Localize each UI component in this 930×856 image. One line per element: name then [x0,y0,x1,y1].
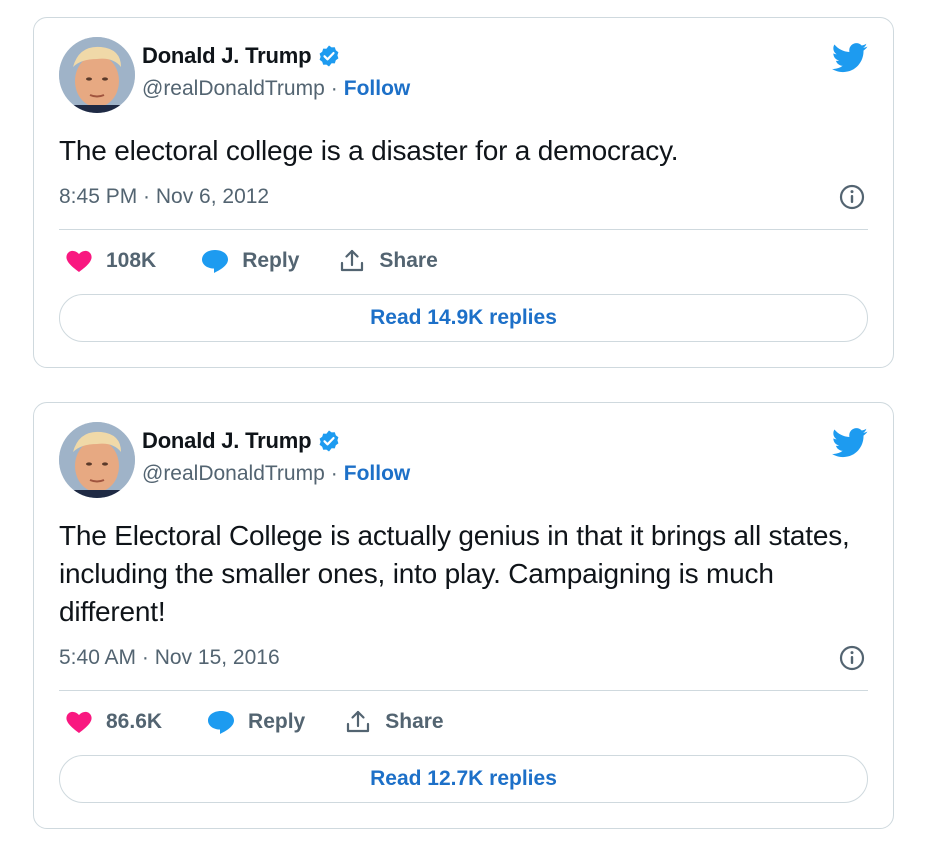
share-icon [337,248,367,274]
tweet-timestamp[interactable]: 8:45 PM · Nov 6, 2012 [59,185,269,209]
like-button[interactable]: 86.6K [64,709,206,735]
twitter-bird-icon[interactable] [831,428,868,458]
author-name[interactable]: Donald J. Trump [142,43,312,69]
share-label: Share [379,249,438,272]
action-bar: 108K Reply Share [64,248,438,274]
info-icon[interactable] [839,184,865,210]
reply-label: Reply [248,710,306,733]
share-button[interactable]: Share [343,709,444,735]
author-handle-row: @realDonaldTrump · Follow [142,77,410,101]
read-replies-button[interactable]: Read 12.7K replies [59,755,868,803]
author-handle[interactable]: @realDonaldTrump [142,77,325,101]
twitter-bird-icon[interactable] [831,43,868,73]
avatar[interactable] [59,422,135,498]
reply-bubble-icon [200,248,230,274]
verified-badge-icon [317,429,341,453]
share-button[interactable]: Share [337,248,438,274]
share-icon [343,709,373,735]
share-label: Share [385,710,444,733]
follow-button[interactable]: Follow [344,462,411,486]
tweet-text: The electoral college is a disaster for … [59,135,679,166]
divider [59,690,868,691]
tweet-card: Donald J. Trump @realDonaldTrump · Follo… [33,17,894,368]
author-name[interactable]: Donald J. Trump [142,428,312,454]
like-count: 108K [106,249,157,272]
reply-label: Reply [242,249,300,272]
author-name-row: Donald J. Trump [142,428,341,454]
heart-icon [64,248,94,274]
tweet-card: Donald J. Trump @realDonaldTrump · Follo… [33,402,894,829]
like-button[interactable]: 108K [64,248,200,274]
tweet-timestamp[interactable]: 5:40 AM · Nov 15, 2016 [59,646,280,670]
separator: · [330,77,338,100]
verified-badge-icon [317,44,341,68]
author-handle[interactable]: @realDonaldTrump [142,462,325,486]
author-name-row: Donald J. Trump [142,43,341,69]
heart-icon [64,709,94,735]
reply-bubble-icon [206,709,236,735]
reply-button[interactable]: Reply [200,248,337,274]
action-bar: 86.6K Reply Share [64,709,444,735]
separator: · [330,462,338,485]
author-handle-row: @realDonaldTrump · Follow [142,462,410,486]
tweet-text: The Electoral College is actually genius… [59,520,850,627]
reply-button[interactable]: Reply [206,709,343,735]
read-replies-button[interactable]: Read 14.9K replies [59,294,868,342]
like-count: 86.6K [106,710,163,733]
divider [59,229,868,230]
info-icon[interactable] [839,645,865,671]
follow-button[interactable]: Follow [344,77,411,101]
avatar[interactable] [59,37,135,113]
